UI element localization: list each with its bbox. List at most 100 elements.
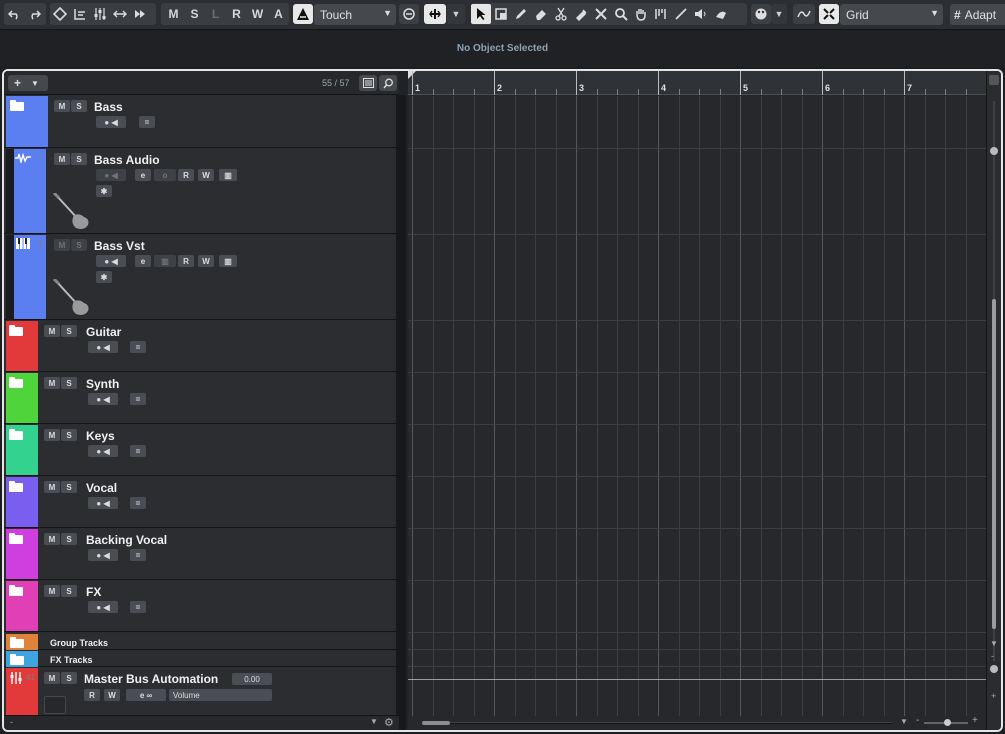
automation-parameter-select[interactable]: Volume — [169, 689, 272, 701]
folder-icon[interactable] — [10, 654, 24, 665]
listen-mode-button[interactable]: L — [205, 7, 226, 21]
mute-button[interactable]: M — [44, 377, 60, 389]
gear-icon[interactable]: ⚙ — [384, 716, 394, 729]
ruler-menu-icon[interactable] — [989, 75, 999, 85]
edit-mode-icon[interactable] — [424, 4, 446, 24]
undo-icon[interactable] — [4, 4, 24, 24]
track-synth[interactable]: M S Synth ● ◀ = — [4, 373, 401, 424]
record-monitor-button[interactable]: ● ◀ — [88, 341, 118, 353]
expand-icon[interactable] — [110, 4, 130, 24]
track-list-scrollbar[interactable] — [396, 95, 406, 730]
solo-button[interactable]: S — [71, 153, 87, 165]
mute-button[interactable]: M — [44, 672, 60, 684]
zoom-out-icon[interactable]: - — [916, 715, 919, 726]
channel-settings-button[interactable]: = — [130, 341, 146, 353]
color-tool-icon[interactable] — [711, 4, 731, 24]
track-bass-vst[interactable]: 8 M S Bass Vst ● ◀ e ▥ R W ▥ ✱ — [4, 235, 401, 320]
channel-settings-button[interactable]: = — [139, 116, 155, 128]
edit-mode-dropdown[interactable]: ▼ — [447, 4, 465, 24]
automation-mode-icon[interactable] — [293, 4, 313, 24]
zoom-slider-thumb[interactable] — [944, 719, 951, 726]
quantize-select[interactable]: # Adapt — [950, 4, 1005, 25]
folder-icon[interactable] — [9, 481, 23, 492]
suspend-icon[interactable] — [399, 4, 419, 24]
event-display[interactable]: 1 2 3 4 5 6 7 ▼ - + — [408, 71, 986, 730]
pencil-tool-icon[interactable] — [511, 4, 531, 24]
vertical-scroll-thumb[interactable] — [992, 299, 996, 629]
mute-button[interactable]: M — [54, 100, 70, 112]
automation-value-field[interactable]: 0.00 — [232, 673, 272, 685]
track-fx[interactable]: M S FX ● ◀ = — [4, 581, 401, 632]
write-button[interactable]: W — [198, 169, 214, 181]
zoom-in-icon[interactable]: + — [972, 715, 978, 726]
mute-button[interactable]: M — [44, 481, 60, 493]
solo-button[interactable]: S — [61, 325, 77, 337]
edit-instrument-icon[interactable]: ▥ — [154, 255, 176, 267]
chevron-down-icon[interactable]: ▼ — [990, 639, 998, 648]
scissors-tool-icon[interactable] — [551, 4, 571, 24]
read-button[interactable]: R — [178, 169, 194, 181]
track-list-view-icon[interactable] — [359, 75, 377, 91]
left-locator-marker[interactable] — [408, 71, 418, 81]
folder-icon[interactable] — [9, 377, 23, 388]
vertical-zoom-thumb[interactable] — [990, 147, 998, 155]
channel-settings-button[interactable]: = — [130, 549, 146, 561]
scroll-thumb[interactable] — [422, 721, 450, 725]
horizontal-scrollbar[interactable]: ▼ - + — [408, 715, 986, 730]
mute-button[interactable]: M — [44, 585, 60, 597]
folder-icon[interactable] — [9, 325, 23, 336]
zoom-in-icon[interactable]: + — [991, 691, 996, 701]
write-button[interactable]: W — [104, 689, 120, 701]
freeze-icon[interactable]: ✱ — [96, 185, 112, 197]
automation-mode-select[interactable]: Touch ▼ — [314, 4, 396, 25]
folder-icon[interactable] — [9, 429, 23, 440]
track-bass-audio[interactable]: 7 M S Bass Audio ● ◀ e o R W ▥ ✱ — [4, 149, 401, 234]
record-monitor-button[interactable]: ● ◀ — [88, 393, 118, 405]
mute-button[interactable]: M — [54, 153, 70, 165]
solo-button[interactable]: S — [61, 481, 77, 493]
write-button[interactable]: W — [198, 255, 214, 267]
constrain-icon[interactable] — [70, 4, 90, 24]
read-button[interactable]: R — [178, 255, 194, 267]
lanes-button[interactable]: ▥ — [219, 255, 237, 267]
mute-tool-icon[interactable] — [591, 4, 611, 24]
chevron-down-icon[interactable]: ▼ — [900, 717, 908, 726]
mute-mode-button[interactable]: M — [163, 7, 184, 21]
snap-type-select[interactable]: Grid ▼ — [840, 4, 943, 25]
line-tool-icon[interactable] — [671, 4, 691, 24]
search-icon[interactable] — [379, 75, 397, 91]
arrange-grid[interactable] — [408, 96, 986, 716]
color-dropdown[interactable]: ▼ — [771, 4, 787, 24]
edit-channel-button[interactable]: e — [135, 169, 151, 181]
redo-icon[interactable] — [24, 4, 44, 24]
solo-button[interactable]: S — [61, 429, 77, 441]
record-monitor-button[interactable]: ● ◀ — [88, 497, 118, 509]
project-icon[interactable] — [50, 4, 70, 24]
solo-button[interactable]: S — [61, 672, 77, 684]
track-guitar[interactable]: M S Guitar ● ◀ = — [4, 321, 401, 372]
channel-settings-button[interactable]: = — [130, 445, 146, 457]
freeze-icon[interactable]: ✱ — [96, 271, 112, 283]
solo-button[interactable]: S — [61, 533, 77, 545]
track-keys[interactable]: M S Keys ● ◀ = — [4, 425, 401, 476]
snap-icon[interactable] — [819, 4, 839, 24]
pointer-tool-icon[interactable] — [471, 4, 491, 24]
minus-icon[interactable]: - — [10, 717, 13, 727]
channel-settings-button[interactable]: = — [130, 601, 146, 613]
track-fx-tracks[interactable]: FX Tracks — [4, 651, 401, 667]
mute-button[interactable]: M — [54, 239, 70, 251]
track-master-bus-automation[interactable]: 41 M S Master Bus Automation 0.00 R W e … — [4, 668, 401, 716]
zoom-out-icon[interactable]: - — [991, 651, 994, 661]
mute-button[interactable]: M — [44, 325, 60, 337]
record-monitor-button[interactable]: ● ◀ — [96, 255, 126, 267]
solo-button[interactable]: S — [61, 377, 77, 389]
write-mode-button[interactable]: W — [247, 7, 268, 21]
record-monitor-button[interactable]: ● ◀ — [96, 116, 126, 128]
mixer-icon[interactable] — [90, 4, 110, 24]
add-track-button[interactable]: + ▼ — [8, 75, 48, 91]
comp-tool-icon[interactable] — [651, 4, 671, 24]
chevron-down-icon[interactable]: ▼ — [370, 717, 378, 726]
eraser-tool-icon[interactable] — [531, 4, 551, 24]
track-vocal[interactable]: M S Vocal ● ◀ = — [4, 477, 401, 528]
read-button[interactable]: R — [84, 689, 100, 701]
